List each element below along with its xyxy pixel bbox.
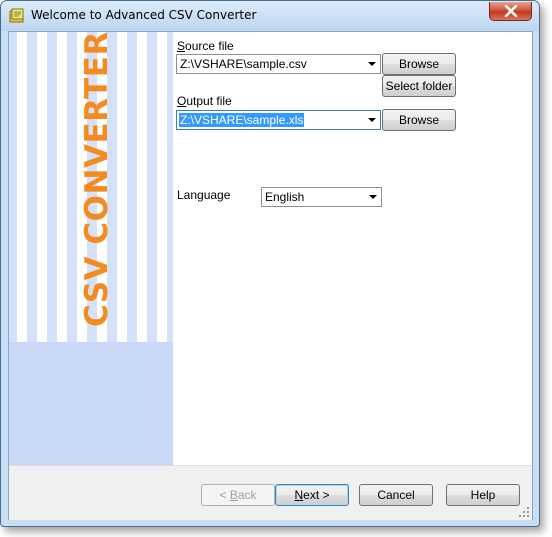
chevron-down-icon[interactable] bbox=[369, 195, 377, 199]
language-value: English bbox=[265, 190, 305, 204]
help-button[interactable]: Help bbox=[446, 484, 520, 506]
sidebar-banner: CSV CONVERTER bbox=[9, 32, 173, 465]
language-select[interactable]: English bbox=[261, 187, 382, 207]
select-folder-button[interactable]: Select folder bbox=[382, 75, 456, 97]
browse-output-button[interactable]: Browse bbox=[382, 109, 456, 131]
cancel-button[interactable]: Cancel bbox=[359, 484, 433, 506]
source-file-combobox[interactable]: Z:\VSHARE\sample.csv bbox=[176, 54, 381, 74]
close-icon bbox=[504, 5, 518, 17]
banner-title: CSV CONVERTER bbox=[79, 32, 115, 327]
back-button[interactable]: < Back bbox=[201, 484, 275, 506]
chevron-down-icon[interactable] bbox=[368, 62, 376, 66]
next-button[interactable]: Next > bbox=[275, 484, 349, 506]
language-label: Language bbox=[177, 188, 231, 202]
output-file-label: Output file bbox=[177, 94, 232, 108]
title-bar[interactable]: Welcome to Advanced CSV Converter bbox=[1, 1, 539, 31]
output-file-value: Z:\VSHARE\sample.xls bbox=[179, 113, 305, 127]
close-button[interactable] bbox=[489, 2, 532, 21]
resize-grip-icon[interactable] bbox=[519, 507, 530, 518]
source-file-value: Z:\VSHARE\sample.csv bbox=[180, 57, 307, 71]
button-bar: < Back Next > Cancel Help bbox=[9, 465, 532, 520]
dialog-client-area: CSV CONVERTER Source file Z:\VSHARE\samp… bbox=[8, 31, 533, 520]
browse-source-button[interactable]: Browse bbox=[382, 53, 456, 75]
chevron-down-icon[interactable] bbox=[368, 118, 376, 122]
output-file-combobox[interactable]: Z:\VSHARE\sample.xls bbox=[176, 110, 381, 130]
dialog-window: Welcome to Advanced CSV Converter CSV CO… bbox=[0, 0, 540, 527]
window-title: Welcome to Advanced CSV Converter bbox=[31, 8, 257, 22]
app-icon bbox=[9, 8, 24, 23]
source-file-label: Source file bbox=[177, 39, 234, 53]
